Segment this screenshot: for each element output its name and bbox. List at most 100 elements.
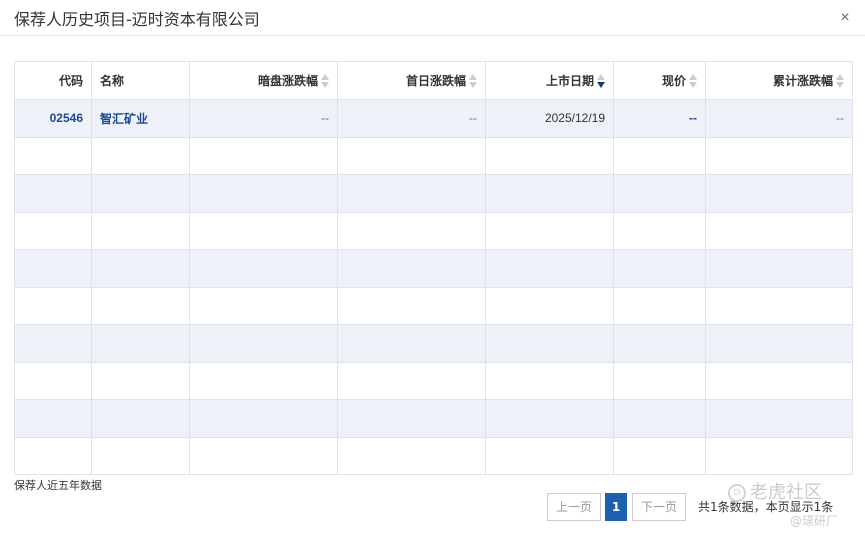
empty-cell <box>485 286 614 325</box>
empty-table-row <box>14 174 853 213</box>
sponsor-projects-table: 代码 名称 暗盘涨跌幅 首日涨跌幅 上市日期 现价 累计涨跌幅 02546 智汇… <box>14 61 853 475</box>
empty-cell <box>705 136 853 175</box>
empty-cell <box>91 211 190 250</box>
empty-cell <box>705 174 853 213</box>
cell-name[interactable]: 智汇矿业 <box>91 99 190 138</box>
empty-cell <box>705 399 853 438</box>
empty-cell <box>337 136 486 175</box>
empty-cell <box>91 399 190 438</box>
empty-cell <box>337 361 486 400</box>
empty-cell <box>705 286 853 325</box>
empty-cell <box>485 211 614 250</box>
empty-cell <box>14 361 92 400</box>
empty-cell <box>337 211 486 250</box>
sort-icon[interactable] <box>321 73 329 89</box>
empty-cell <box>485 249 614 288</box>
page-1-button[interactable]: 1 <box>605 493 627 521</box>
empty-cell <box>189 361 338 400</box>
dialog-header: 保荐人历史项目-迈时资本有限公司 × <box>0 0 865 36</box>
empty-cell <box>14 436 92 475</box>
empty-cell <box>189 286 338 325</box>
empty-cell <box>613 249 706 288</box>
empty-table-row <box>14 399 853 438</box>
empty-cell <box>337 249 486 288</box>
column-header-name: 名称 <box>91 61 190 100</box>
next-page-button[interactable]: 下一页 <box>632 493 686 521</box>
empty-cell <box>337 436 486 475</box>
table-header-row: 代码 名称 暗盘涨跌幅 首日涨跌幅 上市日期 现价 累计涨跌幅 <box>14 61 853 100</box>
empty-table-row <box>14 436 853 475</box>
column-header-first-day-change[interactable]: 首日涨跌幅 <box>337 61 486 100</box>
cell-dark-change: -- <box>189 99 338 138</box>
empty-cell <box>613 324 706 363</box>
empty-cell <box>14 399 92 438</box>
empty-cell <box>189 324 338 363</box>
empty-cell <box>337 286 486 325</box>
dialog-title: 保荐人历史项目-迈时资本有限公司 <box>14 10 260 29</box>
empty-cell <box>705 211 853 250</box>
empty-cell <box>705 361 853 400</box>
empty-cell <box>485 174 614 213</box>
footnote: 保荐人近五年数据 <box>14 479 102 492</box>
empty-cell <box>91 136 190 175</box>
column-header-code: 代码 <box>14 61 92 100</box>
empty-table-row <box>14 286 853 325</box>
empty-cell <box>613 211 706 250</box>
empty-cell <box>91 436 190 475</box>
empty-cell <box>613 361 706 400</box>
pagination-info: 共1条数据，本页显示1条 <box>698 500 834 514</box>
column-header-cumulative-change[interactable]: 累计涨跌幅 <box>705 61 853 100</box>
empty-cell <box>337 174 486 213</box>
empty-table-row <box>14 211 853 250</box>
empty-cell <box>337 324 486 363</box>
empty-table-row <box>14 136 853 175</box>
sort-icon[interactable] <box>836 73 844 89</box>
sort-desc-icon[interactable] <box>597 73 605 89</box>
empty-cell <box>14 211 92 250</box>
empty-table-row <box>14 361 853 400</box>
empty-cell <box>485 436 614 475</box>
prev-page-button[interactable]: 上一页 <box>547 493 601 521</box>
empty-cell <box>485 136 614 175</box>
empty-table-row <box>14 249 853 288</box>
empty-cell <box>189 136 338 175</box>
empty-cell <box>91 174 190 213</box>
empty-cell <box>705 324 853 363</box>
empty-cell <box>613 286 706 325</box>
close-icon[interactable]: × <box>837 10 853 26</box>
empty-cell <box>14 249 92 288</box>
column-header-listing-date[interactable]: 上市日期 <box>485 61 614 100</box>
cell-price: -- <box>613 99 706 138</box>
sort-icon[interactable] <box>689 73 697 89</box>
empty-cell <box>613 136 706 175</box>
empty-cell <box>613 399 706 438</box>
empty-cell <box>14 286 92 325</box>
empty-table-row <box>14 324 853 363</box>
empty-cell <box>14 174 92 213</box>
cell-listing-date: 2025/12/19 <box>485 99 614 138</box>
empty-cell <box>485 324 614 363</box>
empty-cell <box>189 249 338 288</box>
empty-cell <box>91 324 190 363</box>
empty-cell <box>613 436 706 475</box>
empty-cell <box>189 211 338 250</box>
cell-code[interactable]: 02546 <box>14 99 92 138</box>
empty-cell <box>485 361 614 400</box>
column-header-dark-change[interactable]: 暗盘涨跌幅 <box>189 61 338 100</box>
empty-cell <box>189 436 338 475</box>
empty-cell <box>91 286 190 325</box>
empty-cell <box>14 324 92 363</box>
empty-cell <box>337 399 486 438</box>
table-row: 02546 智汇矿业 -- -- 2025/12/19 -- -- <box>14 99 853 138</box>
empty-cell <box>91 361 190 400</box>
sort-icon[interactable] <box>469 73 477 89</box>
cell-cumulative-change: -- <box>705 99 853 138</box>
empty-cell <box>613 174 706 213</box>
empty-cell <box>485 399 614 438</box>
column-header-price[interactable]: 现价 <box>613 61 706 100</box>
empty-cell <box>705 436 853 475</box>
cell-first-day-change: -- <box>337 99 486 138</box>
empty-cell <box>14 136 92 175</box>
empty-cell <box>189 174 338 213</box>
empty-cell <box>705 249 853 288</box>
